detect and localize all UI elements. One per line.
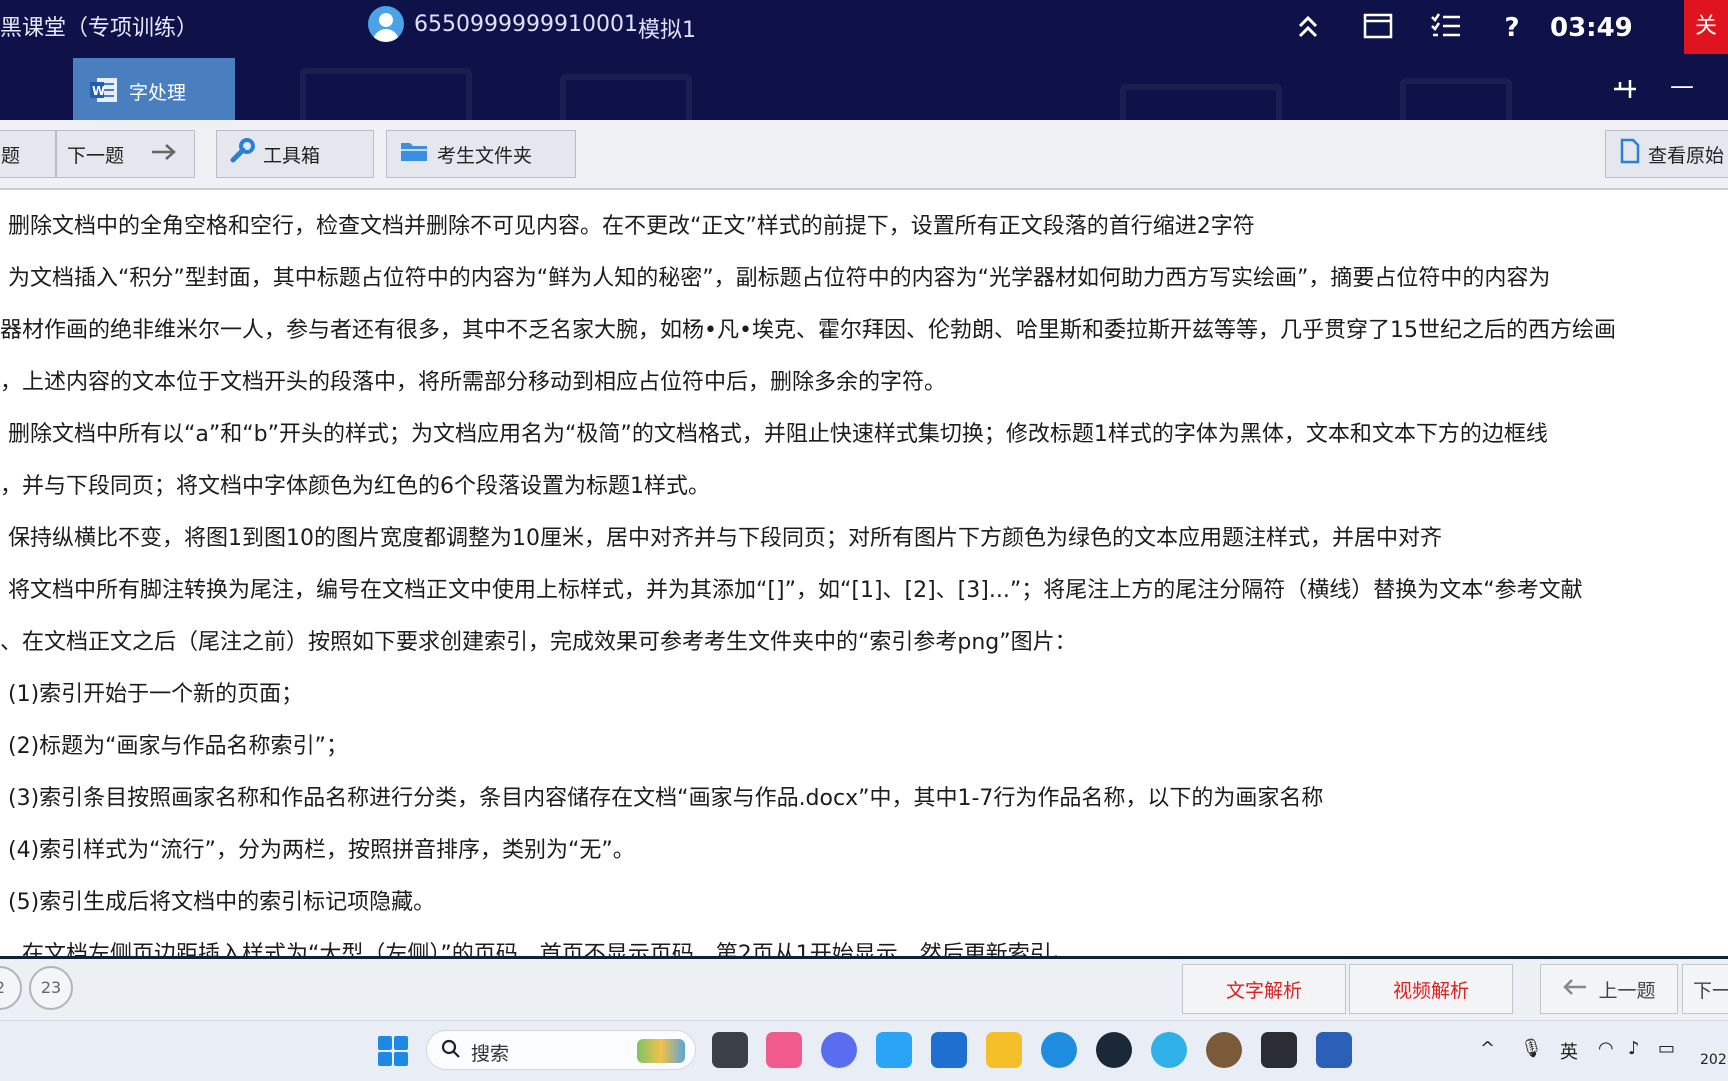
toolbox-label: 工具箱 xyxy=(263,144,321,167)
app-icon[interactable] xyxy=(821,1032,857,1068)
prev-question-button[interactable]: 题 xyxy=(0,130,56,178)
prev-question-label: 上一题 xyxy=(1598,979,1656,1002)
checklist-icon[interactable] xyxy=(1428,12,1464,44)
video-analysis-button[interactable]: 视频解析 xyxy=(1349,964,1513,1014)
edge-icon[interactable] xyxy=(1151,1032,1187,1068)
bilibili-icon[interactable] xyxy=(766,1032,802,1068)
document-icon xyxy=(1620,138,1640,170)
store-icon[interactable] xyxy=(931,1032,967,1068)
instruction-line: 、在文档正文之后（尾注之前）按照如下要求创建索引，完成效果可参考考生文件夹中的“… xyxy=(0,630,1077,655)
mock-label: 模拟1 xyxy=(638,18,696,43)
battery-icon[interactable]: ▭ xyxy=(1658,1038,1675,1059)
instruction-line: ，并与下段同页；将文档中字体颜色为红色的6个段落设置为标题1样式。 xyxy=(0,474,710,499)
view-original-button[interactable]: 查看原始 xyxy=(1605,130,1728,178)
question-content: 删除文档中的全角空格和空行，检查文档并删除不可见内容。在不更改“正文”样式的前提… xyxy=(0,190,1728,958)
instruction-line: ，上述内容的文本位于文档开头的段落中，将所需部分移动到相应占位符中后，删除多余的… xyxy=(0,370,947,395)
exam-id: 6550999999910001 xyxy=(414,12,638,37)
page-number-button-current[interactable]: 23 xyxy=(29,966,73,1010)
volume-icon[interactable]: ♪ xyxy=(1628,1038,1640,1059)
app-v-icon[interactable] xyxy=(876,1032,912,1068)
file-explorer-icon[interactable] xyxy=(986,1032,1022,1068)
svg-text:W: W xyxy=(92,84,105,98)
taskbar xyxy=(0,1020,1728,1081)
prev-question-bottom-button[interactable]: 上一题 xyxy=(1540,964,1678,1014)
arrow-left-icon xyxy=(1562,978,1588,1001)
instruction-line: (2)标题为“画家与作品名称索引”； xyxy=(8,734,348,759)
folder-icon xyxy=(399,139,429,169)
candidate-folder-button[interactable]: 考生文件夹 xyxy=(386,130,576,178)
title-bar xyxy=(0,0,1728,54)
tray-chevron-icon[interactable]: ^ xyxy=(1480,1038,1495,1059)
instruction-line: 为文档插入“积分”型封面，其中标题占位符中的内容为“鲜为人知的秘密”，副标题占位… xyxy=(8,266,1551,291)
next-label: 下一题 xyxy=(67,144,125,167)
user-avatar-icon xyxy=(368,6,404,42)
prev-label: 题 xyxy=(1,144,21,167)
instruction-line: 将文档中所有脚注转换为尾注，编号在文档正文中使用上标样式，并为其添加“[]”，如… xyxy=(8,578,1583,603)
tab-band xyxy=(0,54,1728,156)
instruction-line: 删除文档中的全角空格和空行，检查文档并删除不可见内容。在不更改“正文”样式的前提… xyxy=(8,214,1255,239)
minimize-icon[interactable]: — xyxy=(1670,72,1694,100)
word-taskbar-icon[interactable] xyxy=(1316,1032,1352,1068)
arrow-right-icon xyxy=(150,142,178,167)
search-placeholder: 搜索 xyxy=(471,1043,510,1065)
help-icon[interactable]: ? xyxy=(1494,12,1530,44)
instruction-line: (1)索引开始于一个新的页面； xyxy=(8,682,304,707)
app-title: 黑课堂（专项训练） xyxy=(0,16,199,41)
taskbar-search[interactable]: 搜索 xyxy=(426,1030,696,1070)
windows-start-icon[interactable] xyxy=(378,1036,408,1066)
toolbox-button[interactable]: 工具箱 xyxy=(216,130,374,178)
instruction-line: (4)索引样式为“流行”，分为两栏，按照拼音排序，类别为“无”。 xyxy=(8,838,635,863)
window-icon[interactable] xyxy=(1360,12,1396,44)
collapse-icon[interactable] xyxy=(1290,12,1326,44)
search-icon xyxy=(441,1038,461,1065)
pin-icon[interactable] xyxy=(1610,76,1640,108)
instruction-line: 器材作画的绝非维米尔一人，参与者还有很多，其中不乏名家大腕，如杨•凡•埃克、霍尔… xyxy=(0,318,1616,343)
text-analysis-button[interactable]: 文字解析 xyxy=(1182,964,1346,1014)
instruction-line: 、在文档左侧页边距插入样式为“大型（左侧）”的页码，首页不显示页码，第2页从1开… xyxy=(0,942,1074,958)
word-icon: W xyxy=(90,78,117,102)
ie-browser-icon[interactable] xyxy=(1041,1032,1077,1068)
wrench-icon xyxy=(229,138,255,170)
instruction-line: (3)索引条目按照画家名称和作品名称进行分类，条目内容储存在文档“画家与作品.d… xyxy=(8,786,1324,811)
close-button[interactable]: 关 xyxy=(1684,0,1728,54)
instruction-line: 保持纵横比不变，将图1到图10的图片宽度都调整为10厘米，居中对齐并与下段同页；… xyxy=(8,526,1442,551)
ime-indicator[interactable]: 英 xyxy=(1560,1038,1578,1064)
steam-icon[interactable] xyxy=(1096,1032,1132,1068)
next-question-bottom-button[interactable]: 下一 xyxy=(1682,964,1728,1014)
microphone-icon[interactable]: 🎙 xyxy=(1520,1038,1543,1059)
task-view-icon[interactable] xyxy=(712,1032,748,1068)
instruction-line: 删除文档中所有以“a”和“b”开头的样式；为文档应用名为“极简”的文档格式，并阻… xyxy=(8,422,1548,447)
tab-word-processing[interactable]: W 字处理 xyxy=(73,58,235,120)
search-highlight-image xyxy=(637,1039,685,1063)
countdown-clock: 03:49 xyxy=(1550,13,1633,43)
camera-app-icon[interactable] xyxy=(1261,1032,1297,1068)
view-original-label: 查看原始 xyxy=(1648,144,1725,167)
date-display: 202 xyxy=(1700,1052,1727,1068)
folder-label: 考生文件夹 xyxy=(437,144,533,167)
user-app-icon[interactable] xyxy=(1206,1032,1242,1068)
next-question-button[interactable]: 下一题 xyxy=(56,130,195,178)
wifi-icon[interactable]: ◠ xyxy=(1598,1038,1614,1059)
instruction-line: (5)索引生成后将文档中的索引标记项隐藏。 xyxy=(8,890,436,915)
tab-label: 字处理 xyxy=(129,82,187,104)
